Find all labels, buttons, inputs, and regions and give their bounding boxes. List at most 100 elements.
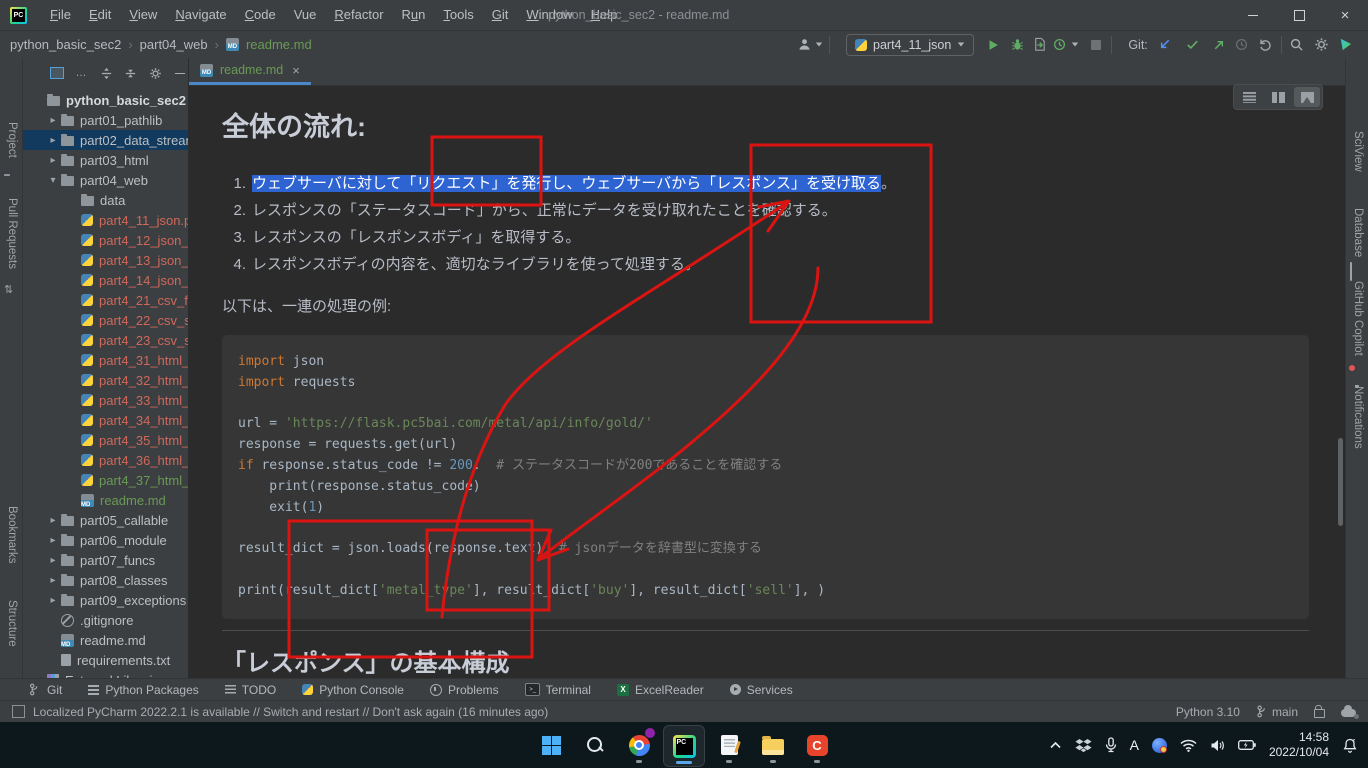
notification-bell-button[interactable]: z xyxy=(1342,737,1358,754)
toolwindow-todo[interactable]: TODO xyxy=(225,683,276,697)
tree-item-part4_22_csv_split_line.py[interactable]: part4_22_csv_split_line.py xyxy=(23,310,188,330)
tool-stripe-sciview-icon[interactable] xyxy=(1350,116,1364,130)
tool-stripe-sciview[interactable]: SciView xyxy=(1352,131,1364,172)
tool-stripe-database[interactable]: Database xyxy=(1352,208,1364,257)
settings-button[interactable] xyxy=(1313,35,1331,55)
tool-stripe-project-icon[interactable] xyxy=(4,176,18,190)
menu-tools[interactable]: Tools xyxy=(434,0,482,30)
stop-button[interactable] xyxy=(1087,35,1105,55)
tree-item-data[interactable]: data xyxy=(23,190,188,210)
status-message[interactable]: Localized PyCharm 2022.2.1 is available … xyxy=(33,705,548,719)
toolwindow-excelreader[interactable]: XExcelReader xyxy=(617,683,704,697)
menu-vue[interactable]: Vue xyxy=(285,0,326,30)
tray-volume-icon[interactable] xyxy=(1210,739,1225,752)
breadcrumb-folder[interactable]: part04_web xyxy=(140,37,208,52)
tool-stripe-pull-requests-icon[interactable]: ⇅ xyxy=(4,280,18,294)
tray-sphere-icon[interactable] xyxy=(1152,738,1167,753)
interpreter-widget[interactable]: Python 3.10 xyxy=(1176,705,1240,719)
tray-chevron-up-icon[interactable] xyxy=(1049,741,1062,750)
tool-stripe-database-icon[interactable] xyxy=(1350,192,1364,206)
tree-item-part4_31_html_basic.py[interactable]: part4_31_html_basic.py xyxy=(23,350,188,370)
menu-refactor[interactable]: Refactor xyxy=(325,0,392,30)
toolwindow-git[interactable]: Git xyxy=(28,683,62,697)
tree-item-part02_data_stream[interactable]: ▸part02_data_stream xyxy=(23,130,188,150)
tree-item-part4_21_csv_file.py[interactable]: part4_21_csv_file.py xyxy=(23,290,188,310)
tree-item-part4_23_csv_string.py[interactable]: part4_23_csv_string.py xyxy=(23,330,188,350)
tool-stripe-pull-requests[interactable]: Pull Requests xyxy=(6,198,18,269)
tree-item-part06_module[interactable]: ▸part06_module xyxy=(23,530,188,550)
maximize-button[interactable] xyxy=(1276,0,1322,30)
update-project-button[interactable] xyxy=(1156,35,1174,55)
menu-code[interactable]: Code xyxy=(236,0,285,30)
tray-mic-icon[interactable] xyxy=(1105,737,1117,753)
tree-arrow-icon[interactable]: ▾ xyxy=(45,175,61,186)
tree-item-part01_pathlib[interactable]: ▸part01_pathlib xyxy=(23,110,188,130)
tool-stripe-github-copilot[interactable]: GitHub Copilot xyxy=(1352,281,1364,356)
editor-only-toggle[interactable] xyxy=(1236,87,1262,107)
tree-item-part07_funcs[interactable]: ▸part07_funcs xyxy=(23,550,188,570)
toolwindow-terminal[interactable]: >_Terminal xyxy=(525,683,591,697)
run-with-coverage-button[interactable] xyxy=(1030,35,1048,55)
tree-arrow-icon[interactable]: ▸ xyxy=(45,115,61,126)
run-configuration-select[interactable]: part4_11_json xyxy=(846,34,974,56)
lock-icon[interactable] xyxy=(1314,709,1325,718)
profiler-button[interactable] xyxy=(1050,35,1068,55)
tree-item-part03_html[interactable]: ▸part03_html xyxy=(23,150,188,170)
menu-navigate[interactable]: Navigate xyxy=(166,0,235,30)
user-profile-button[interactable] xyxy=(795,35,813,55)
tree-item-part4_34_html_class.py[interactable]: part4_34_html_class.py xyxy=(23,410,188,430)
tool-stripe-bookmarks[interactable]: Bookmarks xyxy=(6,506,18,564)
tray-dropbox-icon[interactable] xyxy=(1075,738,1092,753)
collapse-all-button[interactable] xyxy=(123,65,139,81)
taskbar-chrome-button[interactable] xyxy=(619,725,659,765)
tree-item-part08_classes[interactable]: ▸part08_classes xyxy=(23,570,188,590)
tree-arrow-icon[interactable]: ▸ xyxy=(45,555,61,566)
tab-readme[interactable]: MD readme.md × xyxy=(189,58,311,85)
tree-arrow-icon[interactable]: ▸ xyxy=(45,575,61,586)
tree-arrow-icon[interactable]: ▸ xyxy=(45,535,61,546)
close-button[interactable]: × xyxy=(1322,0,1368,30)
tree-item-requirements.txt[interactable]: requirements.txt xyxy=(23,650,188,670)
chevron-down-icon[interactable] xyxy=(816,43,822,47)
project-view-options-icon[interactable]: … xyxy=(74,65,90,81)
tool-stripe-structure-icon[interactable] xyxy=(4,664,18,678)
plugin-logo-button[interactable] xyxy=(1337,35,1355,55)
split-view-toggle[interactable] xyxy=(1265,87,1291,107)
tree-item-part09_exceptions[interactable]: ▸part09_exceptions xyxy=(23,590,188,610)
debug-button[interactable] xyxy=(1008,35,1026,55)
toolwindow-python-packages[interactable]: Python Packages xyxy=(88,683,198,697)
taskbar-camtasia-button[interactable]: C xyxy=(797,725,837,765)
breadcrumb-project[interactable]: python_basic_sec2 xyxy=(10,37,121,52)
taskbar-pycharm-button[interactable]: PC xyxy=(663,725,705,767)
menu-file[interactable]: File xyxy=(41,0,80,30)
tree-item-part4_12_json_file.py[interactable]: part4_12_json_file.py xyxy=(23,230,188,250)
tray-battery-icon[interactable] xyxy=(1238,740,1256,750)
tool-stripe-structure[interactable]: Structure xyxy=(6,600,18,647)
tool-stripe-bookmarks-icon[interactable] xyxy=(4,578,18,592)
toolwindow-python-console[interactable]: Python Console xyxy=(302,683,404,697)
tree-item-part05_callable[interactable]: ▸part05_callable xyxy=(23,510,188,530)
menu-edit[interactable]: Edit xyxy=(80,0,120,30)
taskbar-search-button[interactable] xyxy=(575,725,615,765)
preview-only-toggle[interactable] xyxy=(1294,87,1320,107)
tree-item-part4_13_json_list.py[interactable]: part4_13_json_list.py xyxy=(23,250,188,270)
tree-item-readme.md[interactable]: MDreadme.md xyxy=(23,490,188,510)
menu-git[interactable]: Git xyxy=(483,0,518,30)
search-everywhere-button[interactable] xyxy=(1288,35,1306,55)
menu-run[interactable]: Run xyxy=(393,0,435,30)
breadcrumb-file[interactable]: readme.md xyxy=(246,37,312,52)
run-button[interactable] xyxy=(984,35,1002,55)
tree-item-part4_14_json_list_file.py[interactable]: part4_14_json_list_file.py xyxy=(23,270,188,290)
tree-item-ExternalLibraries[interactable]: External Libraries xyxy=(23,670,188,678)
chevron-down-icon[interactable] xyxy=(1072,43,1078,47)
editor-scrollbar[interactable] xyxy=(1338,438,1343,526)
cloud-settings-icon[interactable] xyxy=(1341,709,1356,717)
taskbar-explorer-button[interactable] xyxy=(753,725,793,765)
tree-item-.gitignore[interactable]: .gitignore xyxy=(23,610,188,630)
tool-stripe-notifications-icon[interactable] xyxy=(1350,368,1364,382)
tree-item-python_basic_sec2[interactable]: python_basic_sec2D:¥pro xyxy=(23,90,188,110)
hide-panel-button[interactable] xyxy=(172,65,188,81)
toolwindow-problems[interactable]: Problems xyxy=(430,683,499,697)
tree-item-part4_33_html_id.py[interactable]: part4_33_html_id.py xyxy=(23,390,188,410)
expand-all-button[interactable] xyxy=(98,65,114,81)
